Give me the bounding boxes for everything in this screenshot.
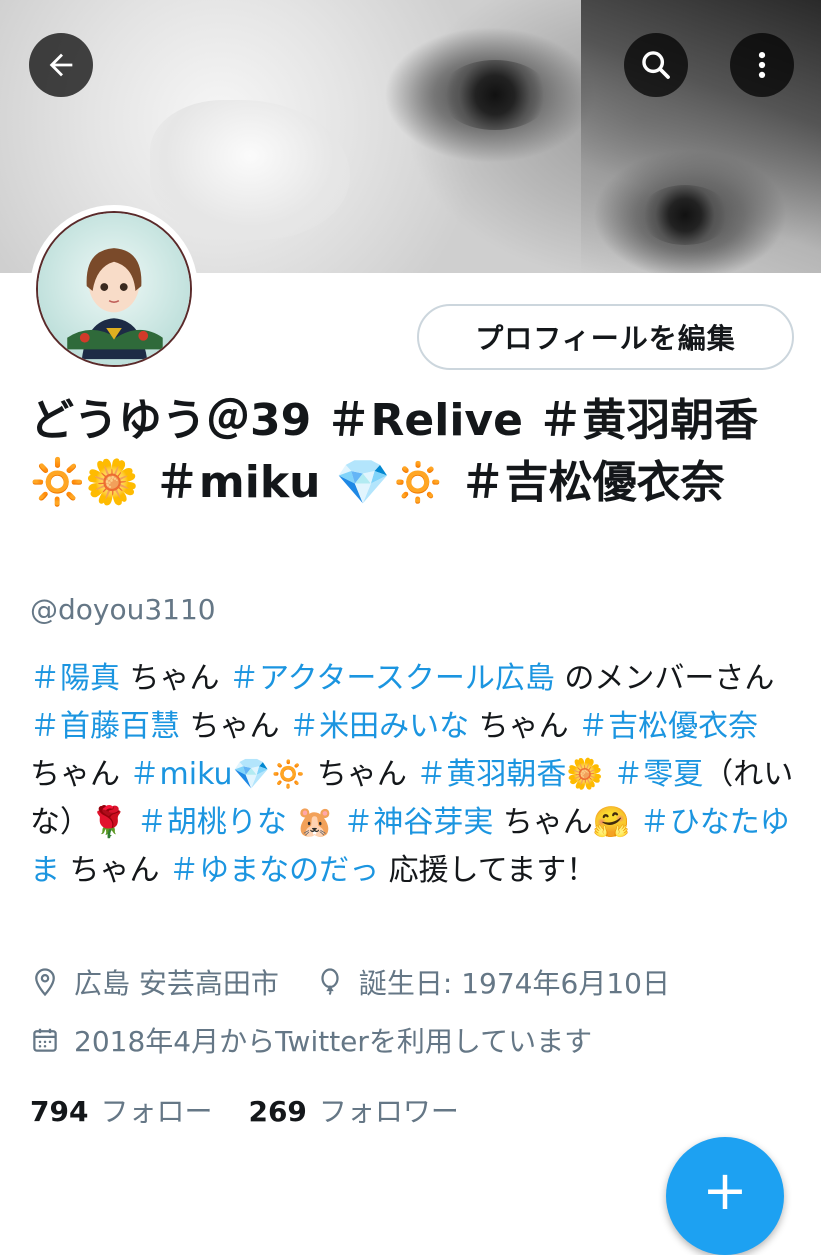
location-text: 広島 安芸高田市 (74, 967, 279, 1000)
hashtag-link[interactable]: ＃米田みいな (289, 709, 469, 744)
bio-text: ちゃん🤗 (493, 805, 640, 840)
hashtag-link[interactable]: ＃miku💎🔅 (130, 757, 308, 792)
birthday-text: 誕生日: 1974年6月10日 (358, 967, 670, 1000)
banner-eye (440, 60, 550, 130)
balloon-icon (321, 968, 339, 996)
joined-row: 2018年4月からTwitterを利用しています (30, 1020, 592, 1060)
following-link[interactable]: 794 フォロー (30, 1090, 212, 1130)
more-button[interactable] (730, 33, 794, 97)
bio-text: ちゃん (60, 853, 170, 888)
hashtag-link[interactable]: ＃陽真 (30, 661, 120, 696)
search-button[interactable] (624, 33, 688, 97)
profile-bio: ＃陽真 ちゃん ＃アクタースクール広島 のメンバーさん ＃首藤百慧 ちゃん ＃米… (30, 655, 795, 895)
following-label: フォロー (100, 1095, 213, 1128)
display-name: どうゆう＠39 ＃Relive ＃黄羽朝香🔆🌼 ＃miku 💎🔅 ＃吉松優衣奈 (30, 395, 759, 508)
edit-profile-button[interactable]: プロフィールを編集 (417, 304, 794, 370)
hashtag-link[interactable]: ＃黄羽朝香🌼 (416, 757, 603, 792)
joined-text: 2018年4月からTwitterを利用しています (74, 1025, 593, 1058)
bio-text: ちゃん (307, 757, 417, 792)
compose-plus-icon: + (702, 1159, 748, 1222)
bio-text: ちゃん (469, 709, 579, 744)
more-vertical-icon (758, 51, 766, 79)
hashtag-link[interactable]: ＃首藤百慧 (30, 709, 180, 744)
back-button[interactable] (29, 33, 93, 97)
avatar[interactable] (30, 205, 198, 373)
bio-text: ちゃん (180, 709, 290, 744)
followers-link[interactable]: 269 フォロワー (248, 1090, 458, 1130)
user-handle: @doyou3110 (30, 593, 216, 626)
followers-label: フォロワー (318, 1095, 459, 1128)
location-row: 広島 安芸高田市 誕生日: 1974年6月10日 (30, 962, 670, 1002)
bio-text (604, 757, 614, 792)
bio-text: 🐹 (286, 805, 344, 840)
hashtag-link[interactable]: ＃神谷芽実 (343, 805, 493, 840)
following-count: 794 (30, 1095, 89, 1128)
follow-stats: 794 フォロー 269 フォロワー (30, 1090, 459, 1130)
arrow-left-icon (49, 53, 73, 77)
compose-fab[interactable]: + (666, 1137, 784, 1255)
bio-text: ちゃん (30, 757, 130, 792)
calendar-icon (33, 1028, 57, 1052)
hashtag-link[interactable]: ＃ゆまなのだっ (169, 853, 379, 888)
bio-text: 応援してます！ (379, 853, 597, 888)
hashtag-link[interactable]: ＃アクタースクール広島 (229, 661, 555, 696)
hashtag-link[interactable]: ＃零夏 (613, 757, 703, 792)
banner-eye (640, 185, 730, 245)
hashtag-link[interactable]: ＃吉松優衣奈 (578, 709, 758, 744)
banner-hand (150, 100, 350, 240)
followers-count: 269 (248, 1095, 307, 1128)
bio-text: のメンバーさん (554, 661, 775, 696)
hashtag-link[interactable]: ＃胡桃りな (137, 805, 287, 840)
avatar-image (36, 211, 192, 367)
bio-text: ちゃん (120, 661, 230, 696)
search-icon (642, 51, 670, 79)
location-pin-icon (35, 968, 55, 997)
